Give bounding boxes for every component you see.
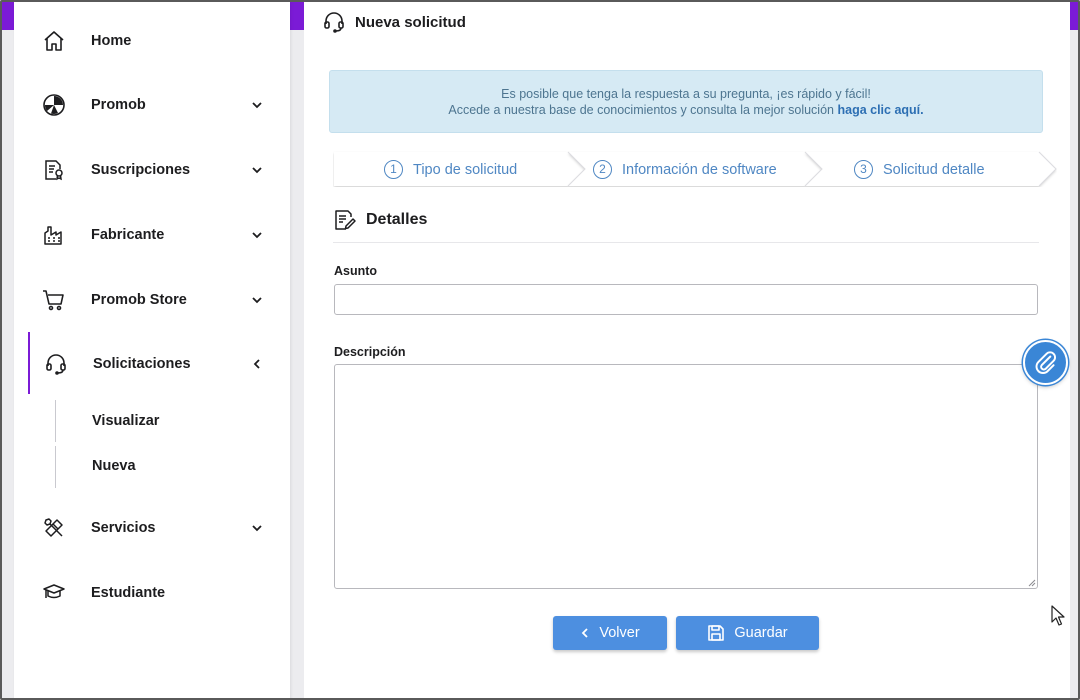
back-button[interactable]: Volver bbox=[553, 616, 667, 650]
headset-icon bbox=[44, 352, 68, 376]
tools-icon bbox=[42, 516, 66, 540]
sidebar-item-promob-store[interactable]: Promob Store bbox=[14, 275, 290, 325]
step-number: 3 bbox=[854, 160, 873, 179]
notice-line-2: Accede a nuestra base de conocimientos y… bbox=[330, 102, 1042, 118]
paperclip-icon bbox=[1035, 350, 1056, 374]
back-button-label: Volver bbox=[599, 625, 640, 641]
chevron-down-icon[interactable] bbox=[250, 293, 264, 307]
notice-line-1: Es posible que tenga la respuesta a su p… bbox=[501, 87, 871, 101]
save-button-label: Guardar bbox=[734, 625, 788, 641]
top-accent-bar bbox=[2, 2, 14, 30]
sidebar-item-label: Promob bbox=[91, 97, 146, 113]
step-label: Solicitud detalle bbox=[883, 161, 985, 178]
sidebar-item-label: Servicios bbox=[91, 520, 156, 536]
headset-icon bbox=[324, 12, 344, 33]
knowledge-base-link[interactable]: haga clic aquí. bbox=[837, 103, 923, 117]
chevron-down-icon[interactable] bbox=[250, 228, 264, 242]
sidebar-item-servicios[interactable]: Servicios bbox=[14, 503, 290, 553]
step-3[interactable]: 3 Solicitud detalle bbox=[854, 160, 985, 179]
step-label: Tipo de solicitud bbox=[413, 161, 518, 178]
subscription-document-icon bbox=[42, 158, 66, 182]
top-accent-bar bbox=[290, 2, 304, 30]
page-title: Nueva solicitud bbox=[355, 13, 466, 31]
sidebar-item-label: Promob Store bbox=[91, 292, 187, 308]
chevron-down-icon[interactable] bbox=[250, 98, 264, 112]
sidebar-item-fabricante[interactable]: Fabricante bbox=[14, 210, 290, 260]
sidebar-subitem-visualizar[interactable]: Visualizar bbox=[92, 413, 159, 429]
page-header: Nueva solicitud bbox=[322, 9, 466, 35]
save-button[interactable]: Guardar bbox=[676, 616, 819, 650]
chevron-left-icon bbox=[582, 628, 588, 638]
submenu-guide-line bbox=[55, 400, 56, 442]
sidebar-item-home[interactable]: Home bbox=[14, 16, 290, 66]
sidebar-item-solicitaciones[interactable]: Solicitaciones bbox=[14, 339, 290, 389]
shopping-cart-icon bbox=[42, 288, 66, 312]
sidebar-subitem-nueva[interactable]: Nueva bbox=[92, 458, 136, 474]
factory-icon bbox=[42, 223, 66, 247]
resize-handle-icon[interactable] bbox=[1027, 578, 1036, 587]
description-textarea[interactable] bbox=[334, 364, 1038, 589]
app-window: Home Promob Suscripciones Fabricante Pro… bbox=[0, 0, 1080, 700]
chevron-down-icon[interactable] bbox=[250, 521, 264, 535]
graduation-cap-icon bbox=[42, 581, 66, 605]
edit-document-icon bbox=[335, 210, 356, 230]
sidebar-item-label: Home bbox=[91, 33, 132, 49]
subject-input[interactable] bbox=[334, 284, 1038, 315]
step-label: Información de software bbox=[622, 161, 777, 178]
section-title: Detalles bbox=[366, 211, 428, 228]
home-icon bbox=[42, 29, 66, 53]
sidebar-item-label: Fabricante bbox=[91, 227, 165, 243]
mouse-cursor-icon bbox=[1051, 605, 1065, 626]
step-1[interactable]: 1 Tipo de solicitud bbox=[384, 160, 517, 179]
sidebar-item-promob[interactable]: Promob bbox=[14, 80, 290, 130]
sidebar-item-suscripciones[interactable]: Suscripciones bbox=[14, 145, 290, 195]
chevron-down-icon[interactable] bbox=[250, 163, 264, 177]
promob-icon bbox=[42, 93, 66, 117]
notice-text: Accede a nuestra base de conocimientos y… bbox=[448, 103, 834, 117]
chevron-left-icon[interactable] bbox=[250, 357, 264, 371]
sidebar-item-label: Solicitaciones bbox=[93, 356, 191, 372]
save-icon bbox=[708, 625, 725, 641]
sidebar-item-label: Suscripciones bbox=[91, 162, 191, 178]
submenu-guide-line bbox=[55, 446, 56, 488]
sidebar-item-estudiante[interactable]: Estudiante bbox=[14, 568, 290, 618]
details-section-header: Detalles bbox=[333, 208, 427, 232]
attach-file-button[interactable] bbox=[1023, 340, 1068, 385]
top-accent-bar bbox=[1070, 2, 1078, 30]
wizard-steps: 1 Tipo de solicitud 2 Información de sof… bbox=[333, 151, 1057, 187]
step-2[interactable]: 2 Información de software bbox=[593, 160, 777, 179]
main-panel: Nueva solicitud Es posible que tenga la … bbox=[304, 2, 1070, 698]
subject-label: Asunto bbox=[334, 264, 378, 278]
divider bbox=[333, 242, 1039, 243]
step-number: 1 bbox=[384, 160, 403, 179]
sidebar-item-label: Estudiante bbox=[91, 585, 166, 601]
knowledge-base-notice: Es posible que tenga la respuesta a su p… bbox=[329, 70, 1043, 133]
sidebar: Home Promob Suscripciones Fabricante Pro… bbox=[14, 2, 290, 698]
step-number: 2 bbox=[593, 160, 612, 179]
description-label: Descripción bbox=[334, 345, 406, 359]
